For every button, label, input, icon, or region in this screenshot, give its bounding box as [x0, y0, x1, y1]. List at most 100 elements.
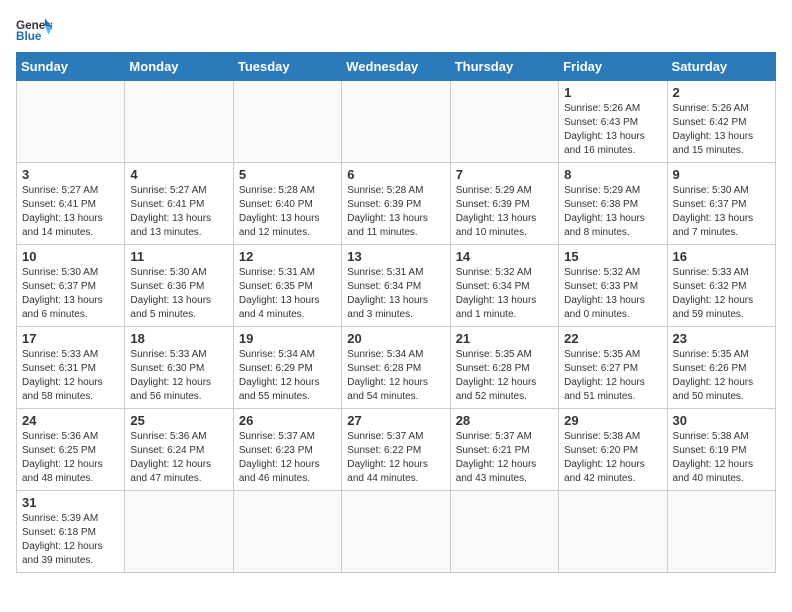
day-info: Sunrise: 5:33 AM Sunset: 6:32 PM Dayligh… [673, 266, 770, 322]
day-number: 3 [22, 167, 119, 182]
calendar-cell: 22 Sunrise: 5:35 AM Sunset: 6:27 PM Dayli… [559, 327, 667, 409]
calendar-cell: 31 Sunrise: 5:39 AM Sunset: 6:18 PM Dayli… [17, 491, 125, 573]
calendar-cell [125, 81, 233, 163]
calendar-cell [342, 491, 450, 573]
calendar-cell: 15 Sunrise: 5:32 AM Sunset: 6:33 PM Dayli… [559, 245, 667, 327]
calendar-cell: 26 Sunrise: 5:37 AM Sunset: 6:23 PM Dayli… [233, 409, 341, 491]
day-number: 13 [347, 249, 444, 264]
day-info: Sunrise: 5:38 AM Sunset: 6:20 PM Dayligh… [564, 430, 661, 486]
calendar-cell: 9 Sunrise: 5:30 AM Sunset: 6:37 PM Daylig… [667, 163, 775, 245]
calendar-cell: 17 Sunrise: 5:33 AM Sunset: 6:31 PM Dayli… [17, 327, 125, 409]
calendar-cell: 29 Sunrise: 5:38 AM Sunset: 6:20 PM Dayli… [559, 409, 667, 491]
day-info: Sunrise: 5:28 AM Sunset: 6:39 PM Dayligh… [347, 184, 444, 240]
day-number: 7 [456, 167, 553, 182]
calendar-cell: 16Sunrise: 5:33 AM Sunset: 6:32 PM Dayli… [667, 245, 775, 327]
calendar-cell: 13 Sunrise: 5:31 AM Sunset: 6:34 PM Dayli… [342, 245, 450, 327]
calendar-cell: 28 Sunrise: 5:37 AM Sunset: 6:21 PM Dayli… [450, 409, 558, 491]
day-info: Sunrise: 5:31 AM Sunset: 6:34 PM Dayligh… [347, 266, 444, 322]
day-number: 15 [564, 249, 661, 264]
day-info: Sunrise: 5:30 AM Sunset: 6:37 PM Dayligh… [673, 184, 770, 240]
calendar-cell: 5 Sunrise: 5:28 AM Sunset: 6:40 PM Daylig… [233, 163, 341, 245]
calendar-cell: 1 Sunrise: 5:26 AM Sunset: 6:43 PM Daylig… [559, 81, 667, 163]
day-number: 14 [456, 249, 553, 264]
day-info: Sunrise: 5:39 AM Sunset: 6:18 PM Dayligh… [22, 512, 119, 568]
day-info: Sunrise: 5:30 AM Sunset: 6:36 PM Dayligh… [130, 266, 227, 322]
day-info: Sunrise: 5:29 AM Sunset: 6:39 PM Dayligh… [456, 184, 553, 240]
day-info: Sunrise: 5:35 AM Sunset: 6:26 PM Dayligh… [673, 348, 770, 404]
day-info: Sunrise: 5:36 AM Sunset: 6:24 PM Dayligh… [130, 430, 227, 486]
day-info: Sunrise: 5:35 AM Sunset: 6:28 PM Dayligh… [456, 348, 553, 404]
day-info: Sunrise: 5:32 AM Sunset: 6:33 PM Dayligh… [564, 266, 661, 322]
calendar-cell [450, 81, 558, 163]
calendar-cell: 2Sunrise: 5:26 AM Sunset: 6:42 PM Daylig… [667, 81, 775, 163]
day-info: Sunrise: 5:36 AM Sunset: 6:25 PM Dayligh… [22, 430, 119, 486]
day-number: 17 [22, 331, 119, 346]
calendar-cell: 14 Sunrise: 5:32 AM Sunset: 6:34 PM Dayli… [450, 245, 558, 327]
calendar-cell [125, 491, 233, 573]
day-info: Sunrise: 5:35 AM Sunset: 6:27 PM Dayligh… [564, 348, 661, 404]
day-number: 11 [130, 249, 227, 264]
calendar-cell: 10Sunrise: 5:30 AM Sunset: 6:37 PM Dayli… [17, 245, 125, 327]
day-info: Sunrise: 5:28 AM Sunset: 6:40 PM Dayligh… [239, 184, 336, 240]
day-number: 23 [673, 331, 770, 346]
calendar-cell: 4Sunrise: 5:27 AM Sunset: 6:41 PM Daylig… [125, 163, 233, 245]
calendar-cell: 6 Sunrise: 5:28 AM Sunset: 6:39 PM Daylig… [342, 163, 450, 245]
day-info: Sunrise: 5:37 AM Sunset: 6:23 PM Dayligh… [239, 430, 336, 486]
calendar-cell [667, 491, 775, 573]
day-info: Sunrise: 5:30 AM Sunset: 6:37 PM Dayligh… [22, 266, 119, 322]
day-info: Sunrise: 5:33 AM Sunset: 6:30 PM Dayligh… [130, 348, 227, 404]
calendar-cell: 11 Sunrise: 5:30 AM Sunset: 6:36 PM Dayli… [125, 245, 233, 327]
weekday-header-friday: Friday [559, 53, 667, 81]
calendar-cell: 19Sunrise: 5:34 AM Sunset: 6:29 PM Dayli… [233, 327, 341, 409]
calendar-cell: 25 Sunrise: 5:36 AM Sunset: 6:24 PM Dayli… [125, 409, 233, 491]
day-info: Sunrise: 5:38 AM Sunset: 6:19 PM Dayligh… [673, 430, 770, 486]
day-number: 27 [347, 413, 444, 428]
calendar-cell [17, 81, 125, 163]
day-number: 8 [564, 167, 661, 182]
day-number: 5 [239, 167, 336, 182]
day-number: 6 [347, 167, 444, 182]
day-info: Sunrise: 5:34 AM Sunset: 6:28 PM Dayligh… [347, 348, 444, 404]
day-info: Sunrise: 5:37 AM Sunset: 6:22 PM Dayligh… [347, 430, 444, 486]
svg-text:Blue: Blue [16, 30, 42, 43]
day-number: 25 [130, 413, 227, 428]
day-number: 29 [564, 413, 661, 428]
calendar-cell: 12 Sunrise: 5:31 AM Sunset: 6:35 PM Dayli… [233, 245, 341, 327]
calendar-cell [559, 491, 667, 573]
calendar-cell [233, 491, 341, 573]
day-number: 19 [239, 331, 336, 346]
day-number: 20 [347, 331, 444, 346]
calendar: SundayMondayTuesdayWednesdayThursdayFrid… [16, 52, 776, 573]
weekday-header-tuesday: Tuesday [233, 53, 341, 81]
calendar-cell: 27 Sunrise: 5:37 AM Sunset: 6:22 PM Dayli… [342, 409, 450, 491]
day-info: Sunrise: 5:37 AM Sunset: 6:21 PM Dayligh… [456, 430, 553, 486]
day-number: 26 [239, 413, 336, 428]
day-number: 18 [130, 331, 227, 346]
day-number: 21 [456, 331, 553, 346]
weekday-header-saturday: Saturday [667, 53, 775, 81]
day-info: Sunrise: 5:31 AM Sunset: 6:35 PM Dayligh… [239, 266, 336, 322]
calendar-cell [342, 81, 450, 163]
calendar-cell: 3Sunrise: 5:27 AM Sunset: 6:41 PM Daylig… [17, 163, 125, 245]
day-number: 28 [456, 413, 553, 428]
calendar-cell: 18 Sunrise: 5:33 AM Sunset: 6:30 PM Dayli… [125, 327, 233, 409]
weekday-header-wednesday: Wednesday [342, 53, 450, 81]
day-number: 9 [673, 167, 770, 182]
day-number: 22 [564, 331, 661, 346]
weekday-header-sunday: Sunday [17, 53, 125, 81]
calendar-cell [233, 81, 341, 163]
calendar-cell: 24Sunrise: 5:36 AM Sunset: 6:25 PM Dayli… [17, 409, 125, 491]
calendar-cell: 23 Sunrise: 5:35 AM Sunset: 6:26 PM Dayli… [667, 327, 775, 409]
day-number: 30 [673, 413, 770, 428]
calendar-cell: 21 Sunrise: 5:35 AM Sunset: 6:28 PM Dayli… [450, 327, 558, 409]
day-info: Sunrise: 5:32 AM Sunset: 6:34 PM Dayligh… [456, 266, 553, 322]
day-info: Sunrise: 5:33 AM Sunset: 6:31 PM Dayligh… [22, 348, 119, 404]
day-number: 1 [564, 85, 661, 100]
logo: General Blue [16, 16, 52, 44]
day-number: 4 [130, 167, 227, 182]
day-number: 12 [239, 249, 336, 264]
calendar-cell: 20 Sunrise: 5:34 AM Sunset: 6:28 PM Dayli… [342, 327, 450, 409]
day-number: 31 [22, 495, 119, 510]
day-info: Sunrise: 5:26 AM Sunset: 6:43 PM Dayligh… [564, 102, 661, 158]
day-info: Sunrise: 5:29 AM Sunset: 6:38 PM Dayligh… [564, 184, 661, 240]
